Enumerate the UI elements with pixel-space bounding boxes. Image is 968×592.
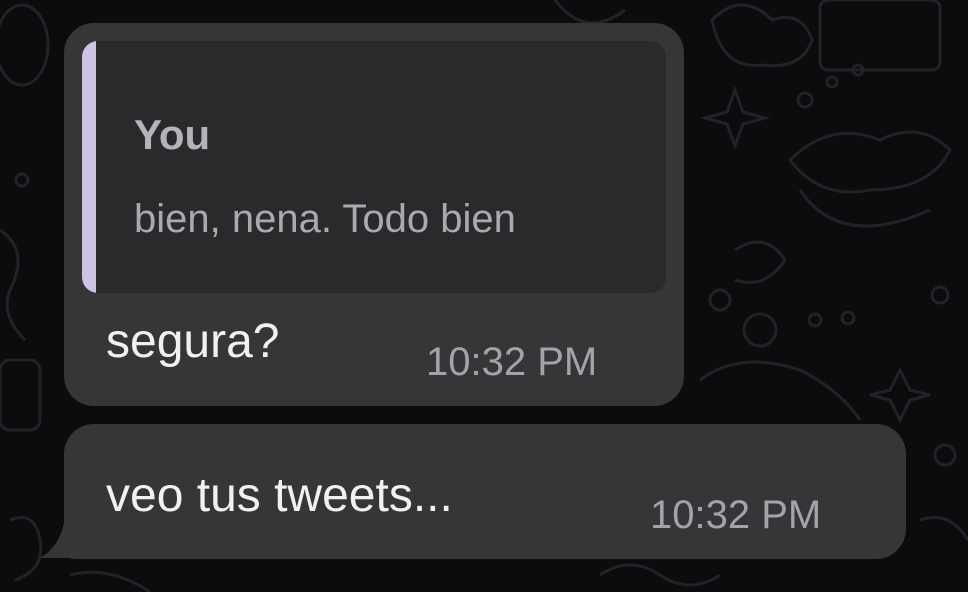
message-text: veo tus tweets... (106, 469, 453, 522)
reply-quote[interactable]: You bien, nena. Todo bien (82, 41, 666, 293)
message-text: segura? (106, 315, 280, 368)
message-bubble[interactable]: veo tus tweets... 10:32 PM (64, 424, 906, 559)
quote-accent-bar (82, 41, 96, 293)
quote-text: bien, nena. Todo bien (134, 197, 516, 241)
quote-sender: You (134, 111, 211, 158)
message-timestamp: 10:32 PM (426, 340, 598, 384)
message-timestamp: 10:32 PM (650, 493, 822, 537)
message-bubble[interactable]: You bien, nena. Todo bien segura? 10:32 … (64, 23, 684, 406)
chat-view: You bien, nena. Todo bien segura? 10:32 … (0, 0, 968, 592)
